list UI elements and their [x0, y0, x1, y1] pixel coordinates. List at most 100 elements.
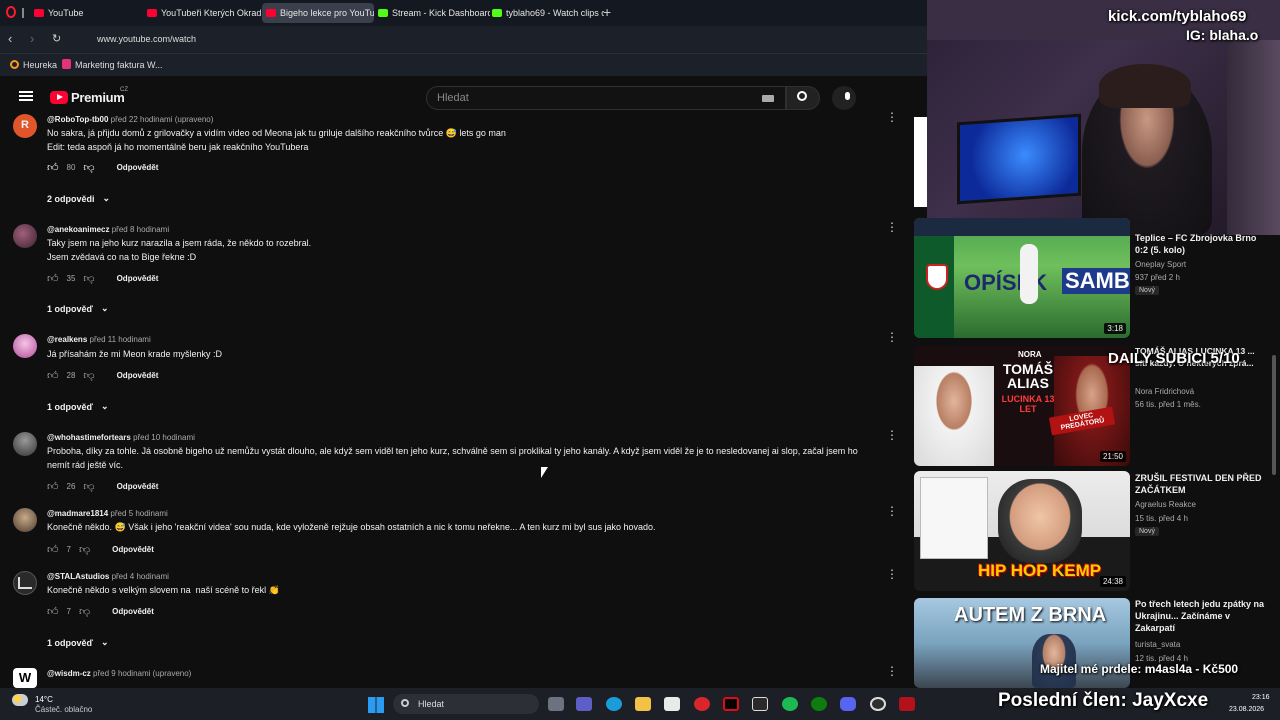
thumb-person-left — [914, 366, 994, 466]
like-icon[interactable]: 👍︎ — [47, 369, 59, 382]
more-options-icon[interactable]: ⋮ — [886, 665, 898, 677]
new-badge: Nový — [1135, 527, 1159, 536]
tab-kick-dashboard[interactable]: Stream - Kick Dashboard — [374, 3, 490, 23]
replies-toggle[interactable]: 2 odpovědi ⌄ — [47, 193, 110, 204]
like-icon[interactable]: 👍︎ — [47, 161, 59, 174]
heureka-icon — [10, 60, 19, 69]
dislike-icon[interactable]: 👎︎ — [83, 480, 94, 493]
more-options-icon[interactable]: ⋮ — [886, 111, 898, 123]
avatar[interactable]: W — [13, 668, 37, 688]
video-meta: 15 tis. před 4 h — [1135, 514, 1188, 523]
video-meta: 937 před 2 h — [1135, 273, 1180, 282]
video-channel[interactable]: Nora Fridrichová — [1135, 385, 1194, 398]
reply-button[interactable]: Odpovědět — [117, 163, 159, 172]
search-input[interactable]: Hledat — [426, 86, 786, 110]
obs-icon[interactable] — [870, 697, 886, 711]
new-tab-icon[interactable]: + — [603, 4, 611, 20]
epic-games-icon[interactable] — [752, 697, 768, 711]
bookmark-marketing[interactable]: Marketing faktura W... — [75, 60, 163, 70]
forward-icon[interactable]: › — [30, 31, 34, 46]
avatar[interactable] — [13, 224, 37, 248]
address-input[interactable]: www.youtube.com/watch — [97, 34, 196, 44]
comment-handle[interactable]: @realkens — [47, 335, 87, 344]
dislike-icon[interactable]: 👎︎ — [83, 161, 94, 174]
reply-button[interactable]: Odpovědět — [117, 371, 159, 380]
back-icon[interactable]: ‹ — [8, 31, 12, 46]
video-channel[interactable]: Agraelus Reakce — [1135, 498, 1196, 511]
avatar[interactable] — [13, 334, 37, 358]
like-icon[interactable]: 👍︎ — [47, 543, 59, 556]
bookmark-heureka[interactable]: Heureka — [23, 60, 57, 70]
comment-handle[interactable]: @anekoanimecz — [47, 225, 110, 234]
store-icon[interactable] — [664, 697, 680, 711]
more-options-icon[interactable]: ⋮ — [886, 505, 898, 517]
comment-time[interactable]: před 4 hodinami — [112, 572, 169, 581]
reload-icon[interactable]: ↻ — [52, 32, 61, 45]
comment-time[interactable]: před 11 hodinami — [90, 335, 151, 344]
windows-start-icon[interactable] — [368, 697, 384, 713]
xbox-icon[interactable] — [811, 697, 827, 711]
task-view-icon[interactable] — [548, 697, 564, 711]
reply-button[interactable]: Odpovědět — [112, 545, 154, 554]
like-icon[interactable]: 👍︎ — [47, 605, 59, 618]
like-icon[interactable]: 👍︎ — [47, 480, 59, 493]
reply-button[interactable]: Odpovědět — [117, 482, 159, 491]
sidebar-scrollbar[interactable] — [1272, 355, 1276, 475]
comment-time[interactable]: před 9 hodinami (upraveno) — [93, 669, 191, 678]
tab-kick-clips[interactable]: tyblaho69 - Watch clips o — [488, 3, 604, 23]
taskbar-search[interactable] — [393, 694, 539, 714]
video-thumbnail[interactable]: NORA TOMÁŠ ALIAS LUCINKA 13 LET LOVEC PR… — [914, 346, 1130, 466]
video-thumbnail[interactable]: HIP HOP KEMP 24:38 — [914, 471, 1130, 591]
video-title[interactable]: Po třech letech jedu zpátky na Ukrajinu.… — [1135, 598, 1265, 634]
comment-handle[interactable]: @whohastimefortears — [47, 433, 131, 442]
microphone-icon[interactable] — [832, 86, 856, 110]
comment-handle[interactable]: @STALAstudios — [47, 572, 109, 581]
weather-icon[interactable] — [12, 694, 28, 706]
comment-handle[interactable]: @RoboTop-tb00 — [47, 115, 108, 124]
avatar[interactable] — [13, 432, 37, 456]
like-count: 35 — [66, 274, 76, 283]
keyboard-icon[interactable] — [762, 95, 774, 102]
dislike-icon[interactable]: 👎︎ — [79, 605, 90, 618]
clock-date[interactable]: 23.08.2026 — [1229, 706, 1264, 713]
netflix-icon[interactable] — [723, 697, 739, 711]
reply-button[interactable]: Odpovědět — [112, 607, 154, 616]
dislike-icon[interactable]: 👎︎ — [79, 543, 90, 556]
opera-logo-icon[interactable] — [6, 6, 16, 18]
video-thumbnail[interactable]: OPÍSEK SAMBUL 3:18 — [914, 218, 1130, 338]
comment-handle[interactable]: @madmare1814 — [47, 509, 108, 518]
opera-icon[interactable] — [694, 697, 710, 711]
avatar[interactable] — [13, 508, 37, 532]
more-options-icon[interactable]: ⋮ — [886, 331, 898, 343]
edge-icon[interactable] — [606, 697, 622, 711]
more-options-icon[interactable]: ⋮ — [886, 568, 898, 580]
replies-toggle[interactable]: 1 odpověď ⌄ — [47, 303, 109, 314]
comment-time[interactable]: před 5 hodinami — [110, 509, 167, 518]
app-red-icon[interactable] — [899, 697, 915, 711]
tab-bigeho-lekce[interactable]: Bigeho lekce pro YouTub — [262, 3, 374, 23]
video-title[interactable]: Teplice – FC Zbrojovka Brno 0:2 (5. kolo… — [1135, 232, 1265, 256]
tab-youtube[interactable]: YouTube — [30, 3, 146, 23]
dislike-icon[interactable]: 👎︎ — [83, 369, 94, 382]
spotify-icon[interactable] — [782, 697, 798, 711]
discord-icon[interactable] — [840, 697, 856, 711]
video-channel[interactable]: turista_svata — [1135, 638, 1180, 651]
comment-time[interactable]: před 10 hodinami — [133, 433, 195, 442]
teams-icon[interactable] — [576, 697, 592, 711]
video-channel[interactable]: Oneplay Sport — [1135, 258, 1186, 271]
replies-toggle[interactable]: 1 odpověď ⌄ — [47, 401, 109, 412]
dislike-icon[interactable]: 👎︎ — [83, 272, 94, 285]
comment-time[interactable]: před 22 hodinami (upraveno) — [111, 115, 214, 124]
file-explorer-icon[interactable] — [635, 697, 651, 711]
like-icon[interactable]: 👍︎ — [47, 272, 59, 285]
more-options-icon[interactable]: ⋮ — [886, 221, 898, 233]
comment-handle[interactable]: @wisdm-cz — [47, 669, 91, 678]
comment-time[interactable]: před 8 hodinami — [112, 225, 169, 234]
clock-time[interactable]: 23:16 — [1252, 694, 1270, 701]
replies-toggle[interactable]: 1 odpověď ⌄ — [47, 637, 109, 648]
tab-youtuberi[interactable]: YouTubeři Kterých Okradl — [143, 3, 261, 23]
video-title[interactable]: ZRUŠIL FESTIVAL DEN PŘED ZAČÁTKEM — [1135, 472, 1265, 496]
reply-button[interactable]: Odpovědět — [117, 274, 159, 283]
more-options-icon[interactable]: ⋮ — [886, 429, 898, 441]
tab-menu-icon[interactable] — [22, 8, 24, 18]
